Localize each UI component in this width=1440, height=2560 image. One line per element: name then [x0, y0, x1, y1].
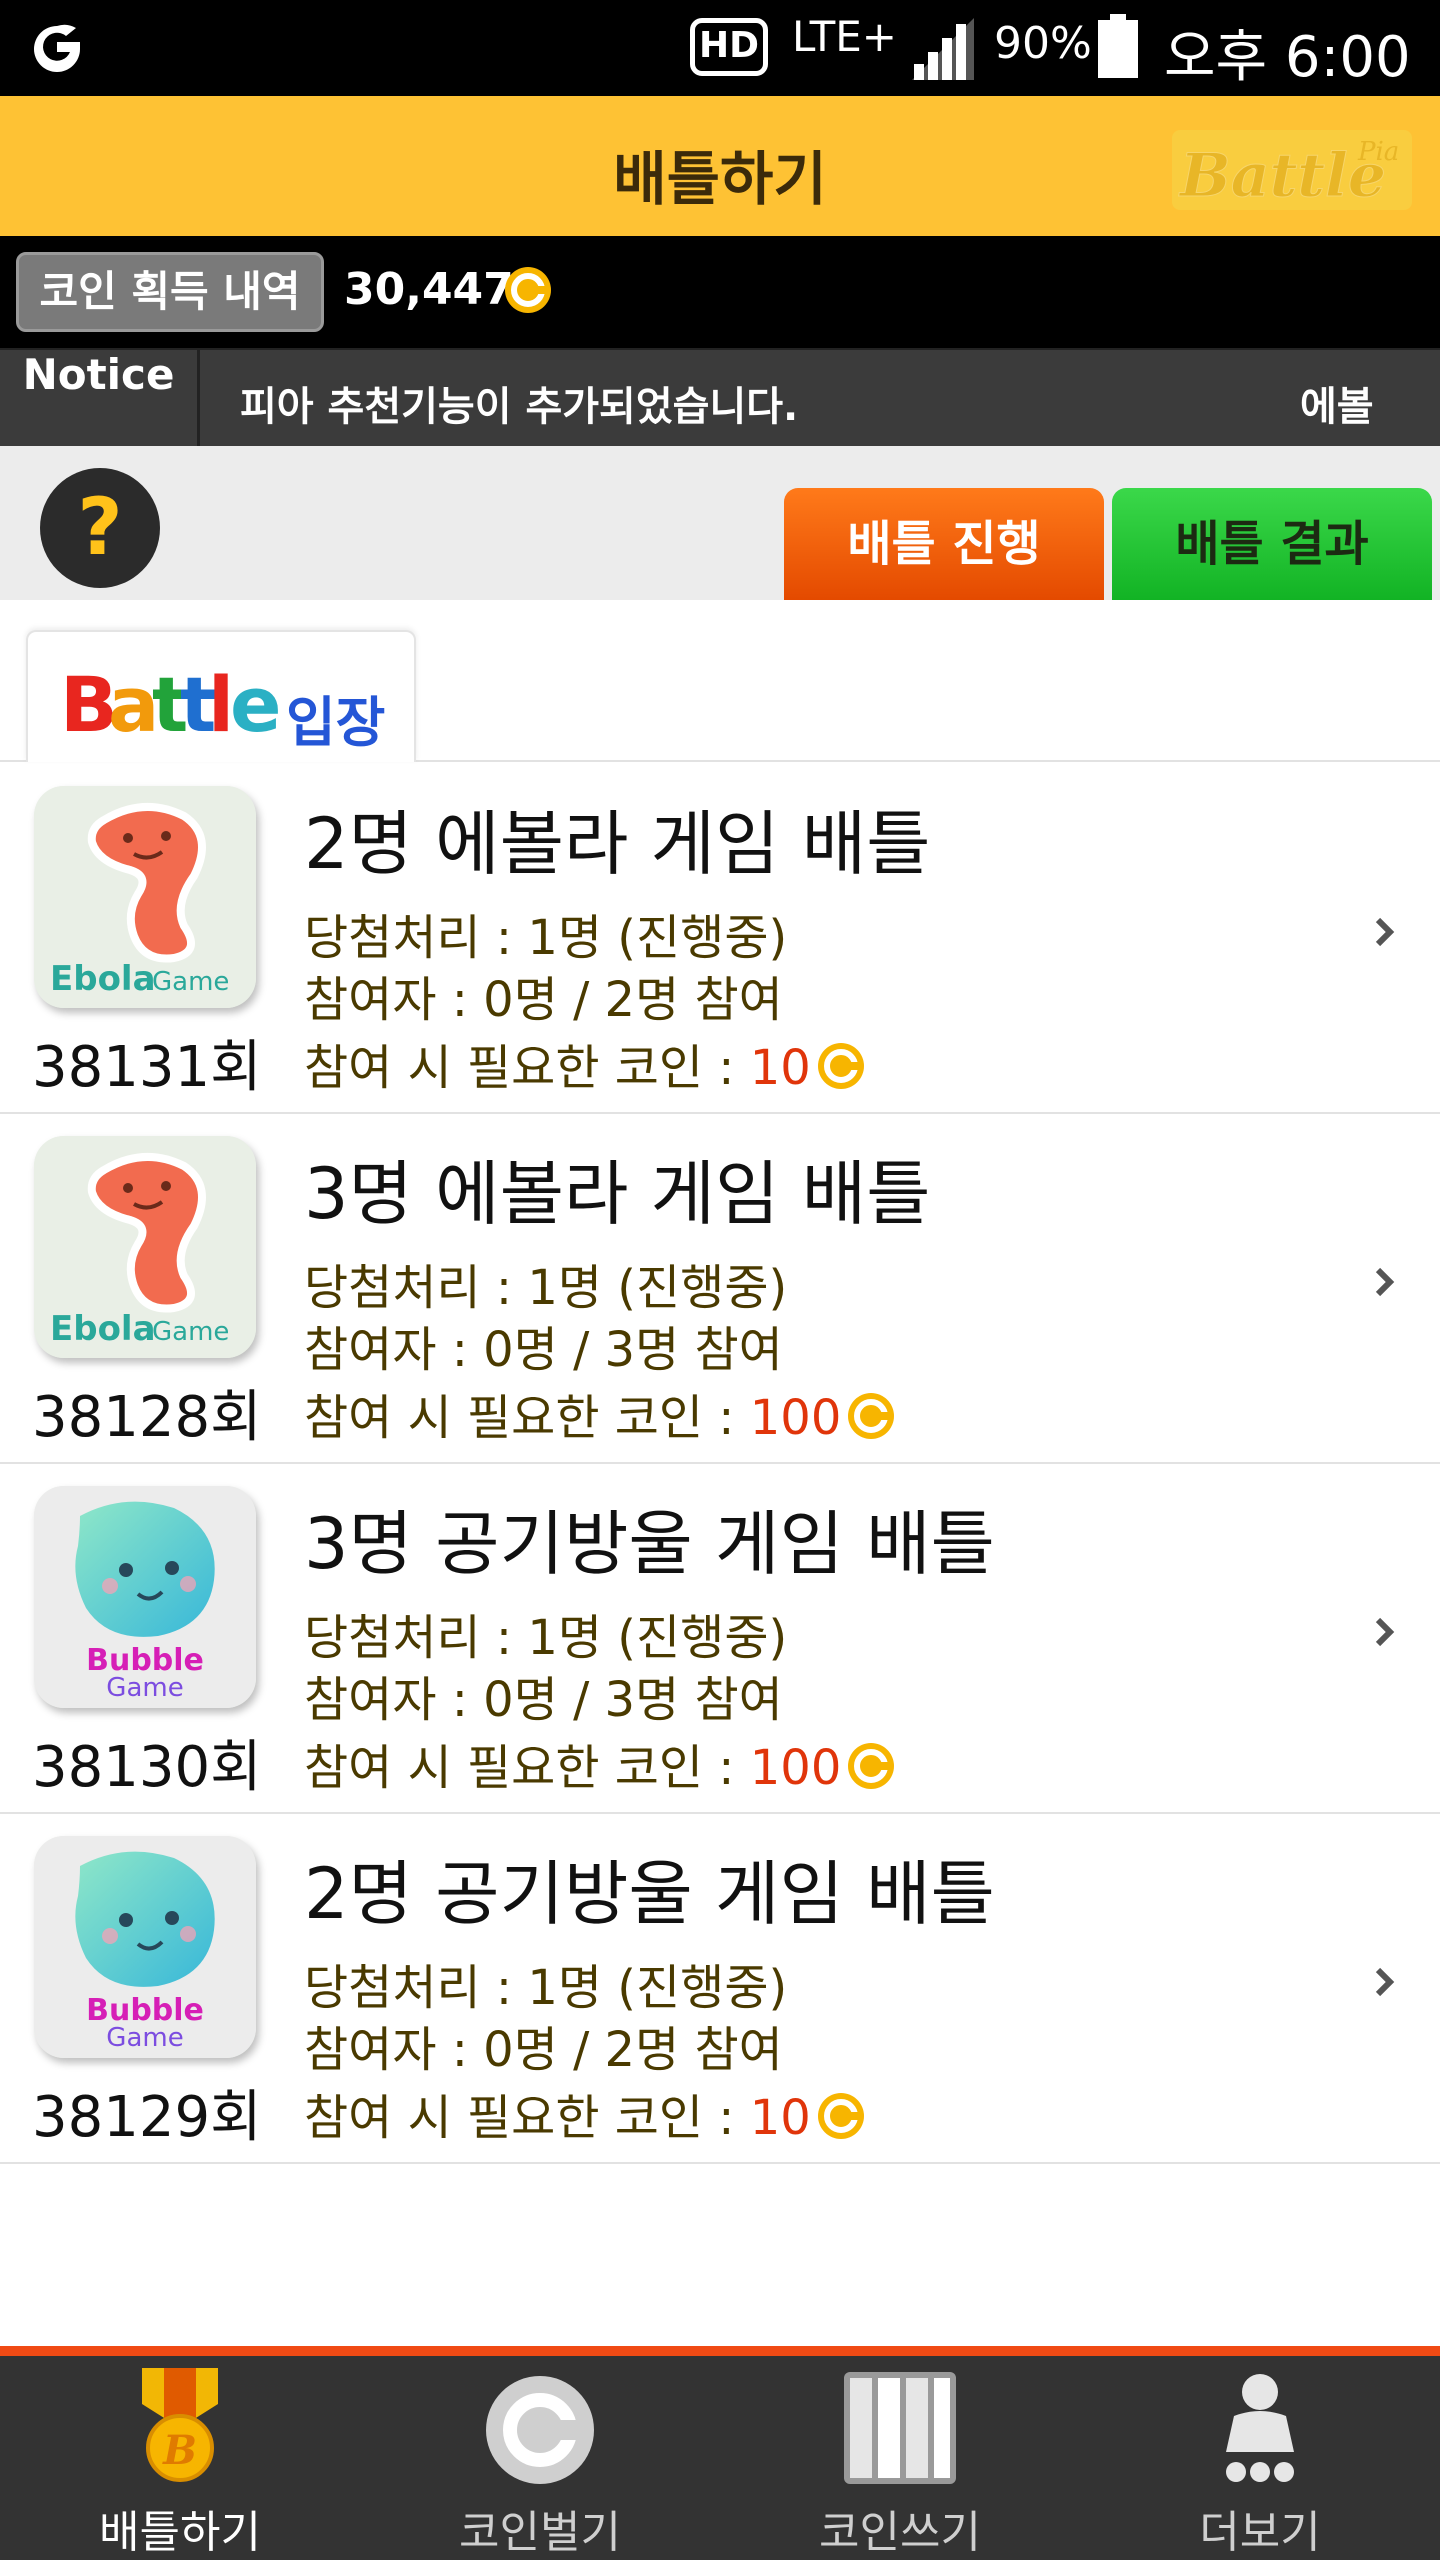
- icon-caption: Game: [106, 2023, 183, 2053]
- nav-item-spend-coins[interactable]: 코인쓰기: [720, 2356, 1080, 2560]
- notice-text-next: 에볼: [1300, 384, 1374, 430]
- battle-round: 38130회: [32, 1735, 262, 1800]
- battle-title: 2명 공기방울 게임 배틀: [304, 1853, 995, 1935]
- participants-info: 참여자 : 0명 / 3명 참여: [304, 1322, 783, 1378]
- winner-info: 당첨처리 : 1명 (진행중): [304, 1610, 788, 1666]
- battle-row[interactable]: Ebola Game 38128회 3명 에볼라 게임 배틀 당첨처리 : 1명…: [0, 1114, 1440, 1464]
- battle-round: 38128회: [32, 1385, 262, 1450]
- battle-letter: e: [230, 660, 282, 749]
- cost-label: 참여 시 필요한 코인 :: [304, 1740, 750, 1796]
- battle-row[interactable]: Ebola Game 38131회 2명 에볼라 게임 배틀 당첨처리 : 1명…: [0, 764, 1440, 1114]
- battle-round: 38131회: [32, 1035, 262, 1100]
- battle-title: 3명 공기방울 게임 배틀: [304, 1503, 995, 1585]
- game-icon: Ebola Game: [34, 1136, 256, 1358]
- icon-caption: Game: [152, 1317, 229, 1347]
- cost-label: 참여 시 필요한 코인 :: [304, 1040, 750, 1096]
- cost-info: 참여 시 필요한 코인 : 10: [304, 2078, 865, 2148]
- nav-label: 더보기: [1199, 2507, 1321, 2558]
- carrier-icon: [34, 24, 80, 72]
- battle-entry-button[interactable]: B a t t l e 입장: [26, 630, 416, 762]
- notice-label: Notice: [0, 350, 200, 448]
- icon-caption: Ebola: [50, 959, 156, 999]
- battle-title: 2명 에볼라 게임 배틀: [304, 803, 931, 885]
- nav-label: 코인벌기: [459, 2507, 621, 2558]
- cost-info: 참여 시 필요한 코인 : 100: [304, 1728, 895, 1798]
- game-icon: Bubble Game: [34, 1486, 256, 1708]
- network-indicator: LTE+: [792, 12, 897, 61]
- winner-info: 당첨처리 : 1명 (진행중): [304, 910, 788, 966]
- battle-entry-section: B a t t l e 입장: [0, 600, 1440, 762]
- ebola-character-icon: Ebola Game: [34, 1136, 256, 1358]
- game-icon: Bubble Game: [34, 1836, 256, 2058]
- svg-text:?: ?: [77, 483, 122, 573]
- winner-info: 당첨처리 : 1명 (진행중): [304, 1260, 788, 1316]
- battlepia-logo: Battle Pia: [1172, 130, 1412, 210]
- icon-caption: Ebola: [50, 1309, 156, 1349]
- status-bar: HD LTE+ 90% 오후 6:00: [0, 0, 1440, 96]
- bubble-character-icon: Bubble Game: [34, 1836, 256, 2058]
- winner-info: 당첨처리 : 1명 (진행중): [304, 1960, 788, 2016]
- cost-value: 100: [749, 1740, 842, 1796]
- bottom-nav: B 배틀하기 코인벌기 코인쓰기 더보기: [0, 2346, 1440, 2560]
- battery-icon: [1098, 14, 1138, 78]
- nav-label: 코인쓰기: [819, 2507, 981, 2558]
- person-icon: [1226, 2374, 1294, 2482]
- signal-icon: [912, 18, 974, 80]
- nav-item-battle[interactable]: B 배틀하기: [0, 2356, 360, 2560]
- ebola-character-icon: Ebola Game: [34, 786, 256, 1008]
- cost-value: 10: [749, 2090, 811, 2146]
- cost-value: 10: [749, 1040, 811, 1096]
- battery-percent: 90%: [994, 18, 1092, 69]
- tab-battle-result[interactable]: 배틀 결과: [1112, 488, 1432, 600]
- cost-info: 참여 시 필요한 코인 : 100: [304, 1378, 895, 1448]
- nav-item-more[interactable]: 더보기: [1080, 2356, 1440, 2560]
- cost-value: 100: [749, 1390, 842, 1446]
- coin-icon: [486, 2376, 594, 2484]
- clock: 오후 6:00: [1164, 25, 1411, 90]
- battle-row[interactable]: Bubble Game 38129회 2명 공기방울 게임 배틀 당첨처리 : …: [0, 1814, 1440, 2164]
- battle-entry-suffix: 입장: [286, 691, 386, 754]
- participants-info: 참여자 : 0명 / 3명 참여: [304, 1672, 783, 1728]
- cost-label: 참여 시 필요한 코인 :: [304, 2090, 750, 2146]
- chevron-right-icon: [1375, 1967, 1395, 1997]
- coin-icon: [817, 2093, 864, 2139]
- tabs-row: ? 배틀 진행 배틀 결과: [0, 446, 1440, 600]
- battle-row[interactable]: Bubble Game 38130회 3명 공기방울 게임 배틀 당첨처리 : …: [0, 1464, 1440, 1814]
- hd-voice-icon: HD: [690, 18, 768, 76]
- bubble-character-icon: Bubble Game: [34, 1486, 256, 1708]
- game-icon: Ebola Game: [34, 786, 256, 1008]
- svg-text:Battle: Battle: [1178, 141, 1386, 210]
- participants-info: 참여자 : 0명 / 2명 참여: [304, 972, 783, 1028]
- coin-icon: [848, 1393, 895, 1439]
- battle-round: 38129회: [32, 2085, 262, 2150]
- help-icon[interactable]: ?: [38, 466, 162, 590]
- bars-icon: [844, 2372, 956, 2484]
- participants-info: 참여자 : 0명 / 2명 참여: [304, 2022, 783, 2078]
- cost-info: 참여 시 필요한 코인 : 10: [304, 1028, 865, 1098]
- chevron-right-icon: [1375, 1617, 1395, 1647]
- coin-icon: [505, 267, 551, 313]
- cost-label: 참여 시 필요한 코인 :: [304, 1390, 750, 1446]
- nav-label: 배틀하기: [99, 2507, 261, 2558]
- coin-history-button[interactable]: 코인 획득 내역: [16, 252, 324, 332]
- chevron-right-icon: [1375, 1267, 1395, 1297]
- chevron-right-icon: [1375, 917, 1395, 947]
- notice-text: 피아 추천기능이 추가되었습니다.: [240, 384, 799, 430]
- coin-balance: 30,447: [344, 264, 514, 315]
- icon-caption: Game: [152, 967, 229, 997]
- svg-text:B: B: [162, 2427, 197, 2474]
- app-header: 배틀하기 Battle Pia: [0, 96, 1440, 236]
- tab-battle-progress[interactable]: 배틀 진행: [784, 488, 1104, 600]
- coin-icon: [848, 1743, 895, 1789]
- medal-icon: B: [142, 2368, 218, 2482]
- coin-icon: [817, 1043, 864, 1089]
- battle-title: 3명 에볼라 게임 배틀: [304, 1153, 931, 1235]
- notice-bar[interactable]: Notice 피아 추천기능이 추가되었습니다. 에볼: [0, 348, 1440, 448]
- coin-bar: 코인 획득 내역 30,447: [0, 236, 1440, 348]
- svg-text:Pia: Pia: [1357, 137, 1399, 167]
- nav-item-earn-coins[interactable]: 코인벌기: [360, 2356, 720, 2560]
- icon-caption: Game: [106, 1673, 183, 1703]
